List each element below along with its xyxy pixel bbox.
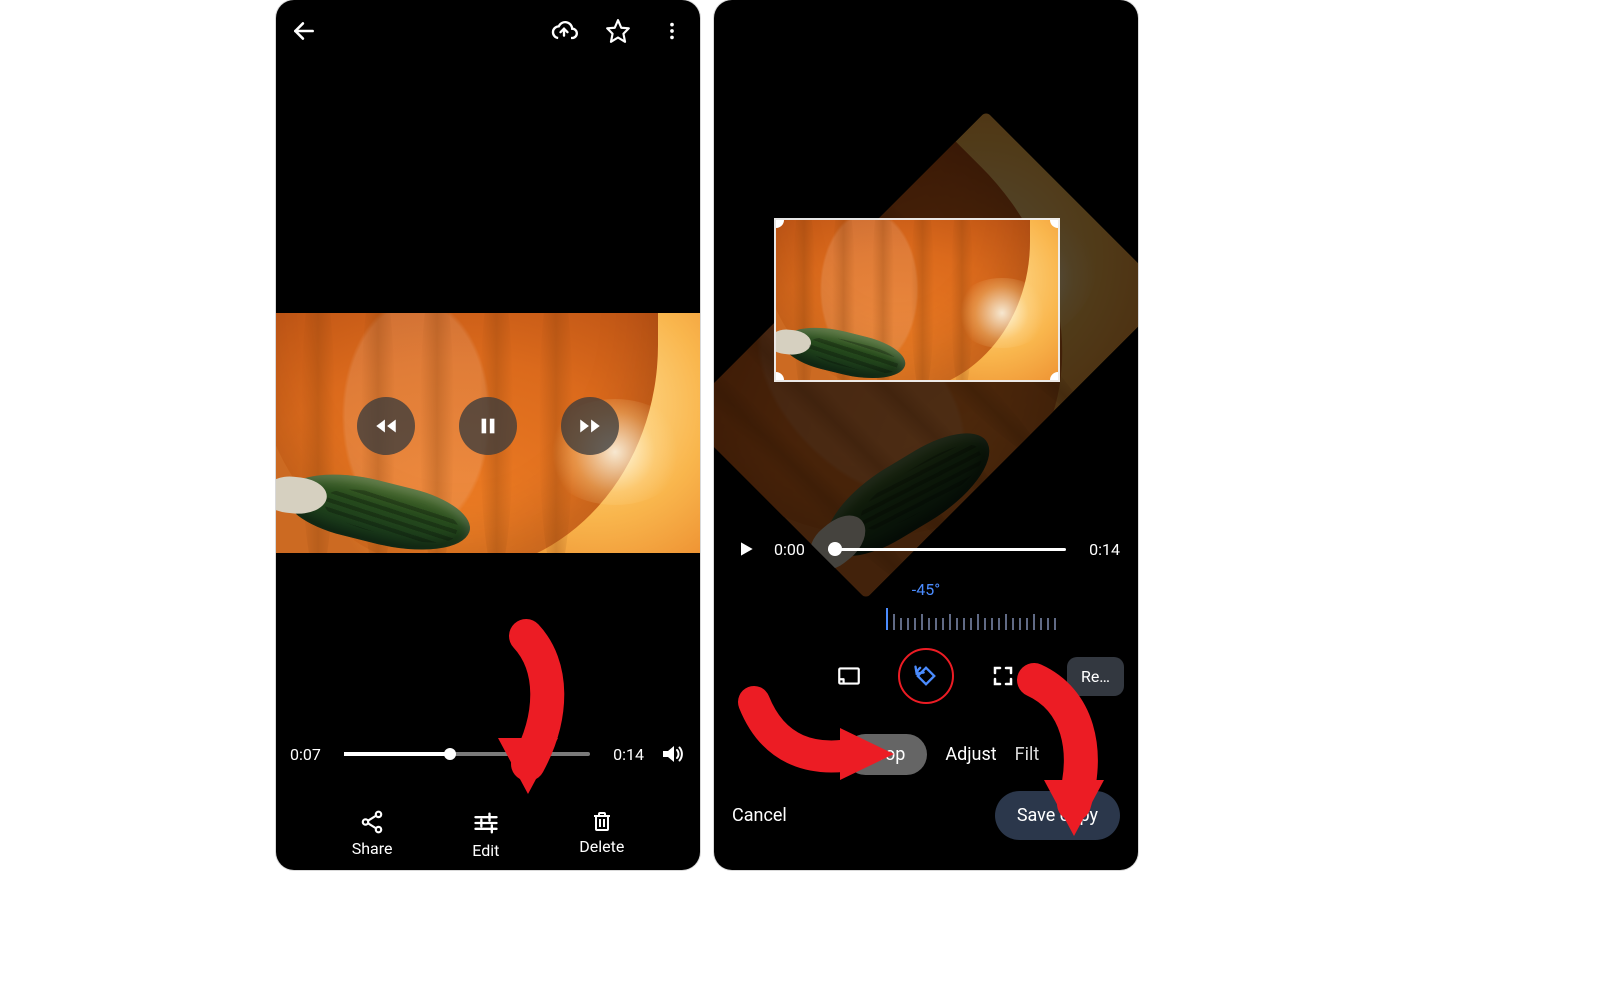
- rotate-button[interactable]: [905, 655, 947, 697]
- edit-button[interactable]: Edit: [472, 809, 500, 860]
- top-bar: [276, 0, 700, 62]
- tab-filters[interactable]: Filt: [1015, 744, 1049, 765]
- star-icon[interactable]: [604, 17, 632, 45]
- editor-footer: Cancel Save copy: [714, 791, 1138, 840]
- cancel-button[interactable]: Cancel: [732, 805, 787, 826]
- angle-ruler[interactable]: [886, 604, 1076, 630]
- editor-progress-bar[interactable]: [828, 548, 1066, 551]
- editor-current-time: 0:00: [774, 540, 814, 559]
- mode-tabs: V Crop Adjust Filt: [714, 734, 1138, 775]
- total-time: 0:14: [604, 745, 644, 764]
- current-time: 0:07: [290, 745, 330, 764]
- tab-crop[interactable]: Crop: [845, 734, 927, 775]
- scrubber: 0:07 0:14: [276, 734, 700, 774]
- play-icon[interactable]: [732, 535, 760, 563]
- rotation-angle: -45°: [714, 580, 1138, 599]
- delete-button[interactable]: Delete: [579, 809, 624, 860]
- back-icon[interactable]: [290, 17, 318, 45]
- progress-bar[interactable]: [344, 752, 590, 756]
- delete-label: Delete: [579, 837, 624, 856]
- rewind-button[interactable]: [357, 397, 415, 455]
- tab-adjust[interactable]: Adjust: [945, 744, 996, 765]
- playback-controls: [276, 397, 700, 455]
- editor-scrubber: 0:00 0:14: [714, 535, 1138, 563]
- reset-chip[interactable]: Re…: [1067, 657, 1124, 696]
- cloud-upload-icon[interactable]: [550, 17, 578, 45]
- viewer-screen: 0:07 0:14 Share Edit Delete: [276, 0, 700, 870]
- forward-button[interactable]: [561, 397, 619, 455]
- crop-box[interactable]: [776, 220, 1058, 380]
- pause-button[interactable]: [459, 397, 517, 455]
- bottom-actions: Share Edit Delete: [276, 809, 700, 860]
- expand-button[interactable]: [982, 655, 1024, 697]
- tab-video[interactable]: V: [803, 744, 827, 765]
- editor-screen: 0:00 0:14 -45°: [714, 0, 1138, 870]
- editor-total-time: 0:14: [1080, 540, 1120, 559]
- share-label: Share: [352, 839, 393, 858]
- rotate-button-highlight: [898, 648, 954, 704]
- overflow-menu-icon[interactable]: [658, 17, 686, 45]
- volume-icon[interactable]: [658, 740, 686, 768]
- save-copy-button[interactable]: Save copy: [995, 791, 1120, 840]
- crop-tool-row: Re…: [714, 648, 1138, 704]
- aspect-ratio-button[interactable]: [828, 655, 870, 697]
- edit-label: Edit: [472, 841, 499, 860]
- share-button[interactable]: Share: [352, 809, 393, 860]
